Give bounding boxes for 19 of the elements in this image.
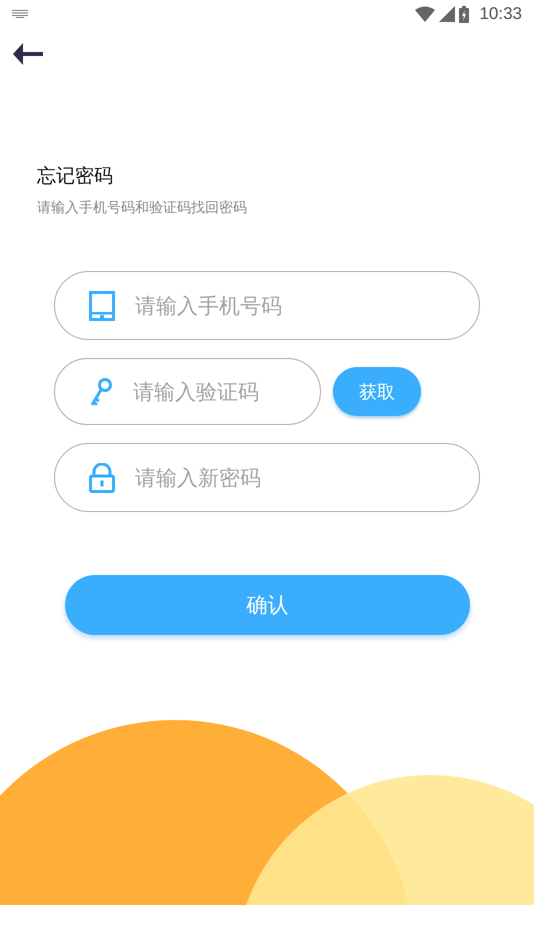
input-field[interactable]: 请输入手机号码 [133,292,377,318]
confirm-button[interactable]: 确认 [65,575,470,635]
wifi-icon [415,6,436,22]
get-code-button[interactable]: 获取 [333,367,421,416]
page-subtitle: 请输入手机号码和验证码找回密码 [37,199,248,217]
keyboard-icon [12,10,28,18]
field-outline[interactable]: 请输入新密码 [54,443,480,512]
field-outline[interactable]: 请输入验证码 [54,358,321,425]
battery-icon [459,6,470,22]
status-time: 10:33 [479,4,522,24]
back-arrow-icon[interactable] [13,43,43,65]
key-icon [89,376,113,406]
signal-icon [439,6,456,22]
lock-icon [89,462,115,492]
page-title: 忘记密码 [37,164,114,189]
input-field[interactable]: 请输入验证码 [131,378,305,404]
tablet-icon [89,290,115,320]
input-field[interactable]: 请输入新密码 [133,464,377,490]
field-outline[interactable]: 请输入手机号码 [54,271,480,340]
